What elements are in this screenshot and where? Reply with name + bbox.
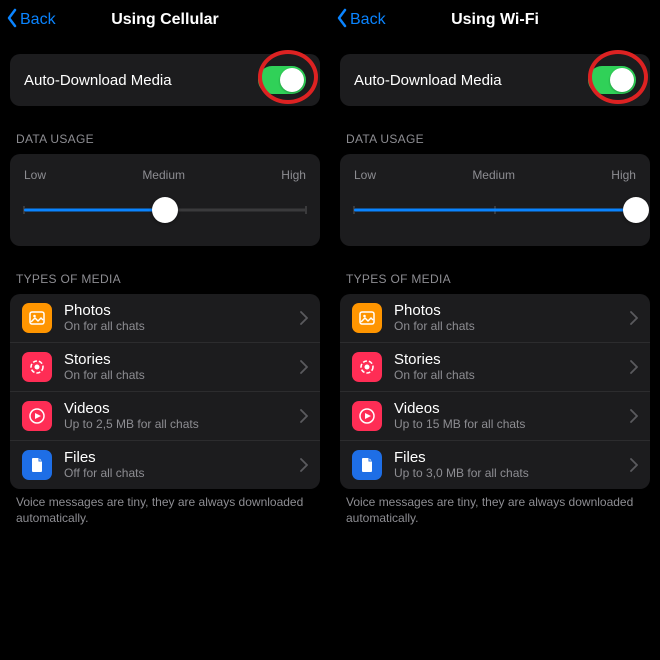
row-title: Videos xyxy=(394,400,630,417)
row-title: Photos xyxy=(64,302,300,319)
auto-download-toggle[interactable] xyxy=(258,66,306,94)
chevron-right-icon xyxy=(630,311,638,325)
types-list: Photos On for all chats Stories On for a… xyxy=(10,294,320,489)
row-text: Videos Up to 2,5 MB for all chats xyxy=(64,400,300,432)
row-title: Files xyxy=(394,449,630,466)
type-row-stories[interactable]: Stories On for all chats xyxy=(10,342,320,391)
pane-cellular: Back Using Cellular Auto-Download Media … xyxy=(0,0,330,660)
row-title: Stories xyxy=(394,351,630,368)
slider-labels: Low Medium High xyxy=(24,168,306,182)
slider-high: High xyxy=(611,168,636,182)
types-header: TYPES OF MEDIA xyxy=(340,264,650,294)
nav-bar: Back Using Cellular xyxy=(0,0,330,40)
photos-icon xyxy=(352,303,382,333)
auto-download-label: Auto-Download Media xyxy=(24,72,172,89)
row-text: Stories On for all chats xyxy=(394,351,630,383)
type-row-photos[interactable]: Photos On for all chats xyxy=(10,294,320,342)
row-sub: Up to 3,0 MB for all chats xyxy=(394,467,630,481)
row-text: Photos On for all chats xyxy=(394,302,630,334)
data-usage-slider[interactable] xyxy=(24,196,306,224)
row-sub: On for all chats xyxy=(64,369,300,383)
back-label: Back xyxy=(20,11,56,29)
slider-medium: Medium xyxy=(142,168,185,182)
chevron-right-icon xyxy=(630,360,638,374)
row-sub: On for all chats xyxy=(394,320,630,334)
type-row-videos[interactable]: Videos Up to 15 MB for all chats xyxy=(340,391,650,440)
toggle-knob xyxy=(610,68,634,92)
videos-icon xyxy=(352,401,382,431)
back-chevron-icon xyxy=(6,8,20,33)
type-row-stories[interactable]: Stories On for all chats xyxy=(340,342,650,391)
row-title: Videos xyxy=(64,400,300,417)
slider-high: High xyxy=(281,168,306,182)
data-usage-header: DATA USAGE xyxy=(340,124,650,154)
type-row-videos[interactable]: Videos Up to 2,5 MB for all chats xyxy=(10,391,320,440)
slider-thumb[interactable] xyxy=(623,197,649,223)
type-row-files[interactable]: Files Up to 3,0 MB for all chats xyxy=(340,440,650,489)
auto-download-label: Auto-Download Media xyxy=(354,72,502,89)
back-button[interactable]: Back xyxy=(0,8,56,33)
files-icon xyxy=(22,450,52,480)
chevron-right-icon xyxy=(300,458,308,472)
row-sub: On for all chats xyxy=(64,320,300,334)
row-title: Stories xyxy=(64,351,300,368)
slider-fill xyxy=(24,209,165,212)
data-usage-header: DATA USAGE xyxy=(10,124,320,154)
chevron-right-icon xyxy=(630,409,638,423)
row-text: Stories On for all chats xyxy=(64,351,300,383)
auto-download-card: Auto-Download Media xyxy=(340,54,650,106)
row-sub: Off for all chats xyxy=(64,467,300,481)
data-usage-card: Low Medium High xyxy=(340,154,650,246)
nav-bar: Back Using Wi-Fi xyxy=(330,0,660,40)
chevron-right-icon xyxy=(300,360,308,374)
auto-download-toggle[interactable] xyxy=(588,66,636,94)
slider-fill xyxy=(354,209,636,212)
type-row-files[interactable]: Files Off for all chats xyxy=(10,440,320,489)
types-header: TYPES OF MEDIA xyxy=(10,264,320,294)
auto-download-card: Auto-Download Media xyxy=(10,54,320,106)
stories-icon xyxy=(352,352,382,382)
files-icon xyxy=(352,450,382,480)
row-sub: Up to 2,5 MB for all chats xyxy=(64,418,300,432)
back-chevron-icon xyxy=(336,8,350,33)
types-list: Photos On for all chats Stories On for a… xyxy=(340,294,650,489)
types-footnote: Voice messages are tiny, they are always… xyxy=(340,489,650,526)
types-footnote: Voice messages are tiny, they are always… xyxy=(10,489,320,526)
row-text: Files Off for all chats xyxy=(64,449,300,481)
slider-thumb[interactable] xyxy=(152,197,178,223)
slider-medium: Medium xyxy=(472,168,515,182)
row-text: Photos On for all chats xyxy=(64,302,300,334)
data-usage-slider[interactable] xyxy=(354,196,636,224)
data-usage-card: Low Medium High xyxy=(10,154,320,246)
stories-icon xyxy=(22,352,52,382)
photos-icon xyxy=(22,303,52,333)
slider-low: Low xyxy=(354,168,376,182)
slider-tick xyxy=(305,206,307,214)
slider-low: Low xyxy=(24,168,46,182)
toggle-knob xyxy=(280,68,304,92)
chevron-right-icon xyxy=(630,458,638,472)
row-text: Files Up to 3,0 MB for all chats xyxy=(394,449,630,481)
back-button[interactable]: Back xyxy=(330,8,386,33)
pane-wifi: Back Using Wi-Fi Auto-Download Media DAT… xyxy=(330,0,660,660)
chevron-right-icon xyxy=(300,311,308,325)
row-sub: Up to 15 MB for all chats xyxy=(394,418,630,432)
row-text: Videos Up to 15 MB for all chats xyxy=(394,400,630,432)
type-row-photos[interactable]: Photos On for all chats xyxy=(340,294,650,342)
back-label: Back xyxy=(350,11,386,29)
slider-labels: Low Medium High xyxy=(354,168,636,182)
row-title: Files xyxy=(64,449,300,466)
row-title: Photos xyxy=(394,302,630,319)
row-sub: On for all chats xyxy=(394,369,630,383)
chevron-right-icon xyxy=(300,409,308,423)
videos-icon xyxy=(22,401,52,431)
